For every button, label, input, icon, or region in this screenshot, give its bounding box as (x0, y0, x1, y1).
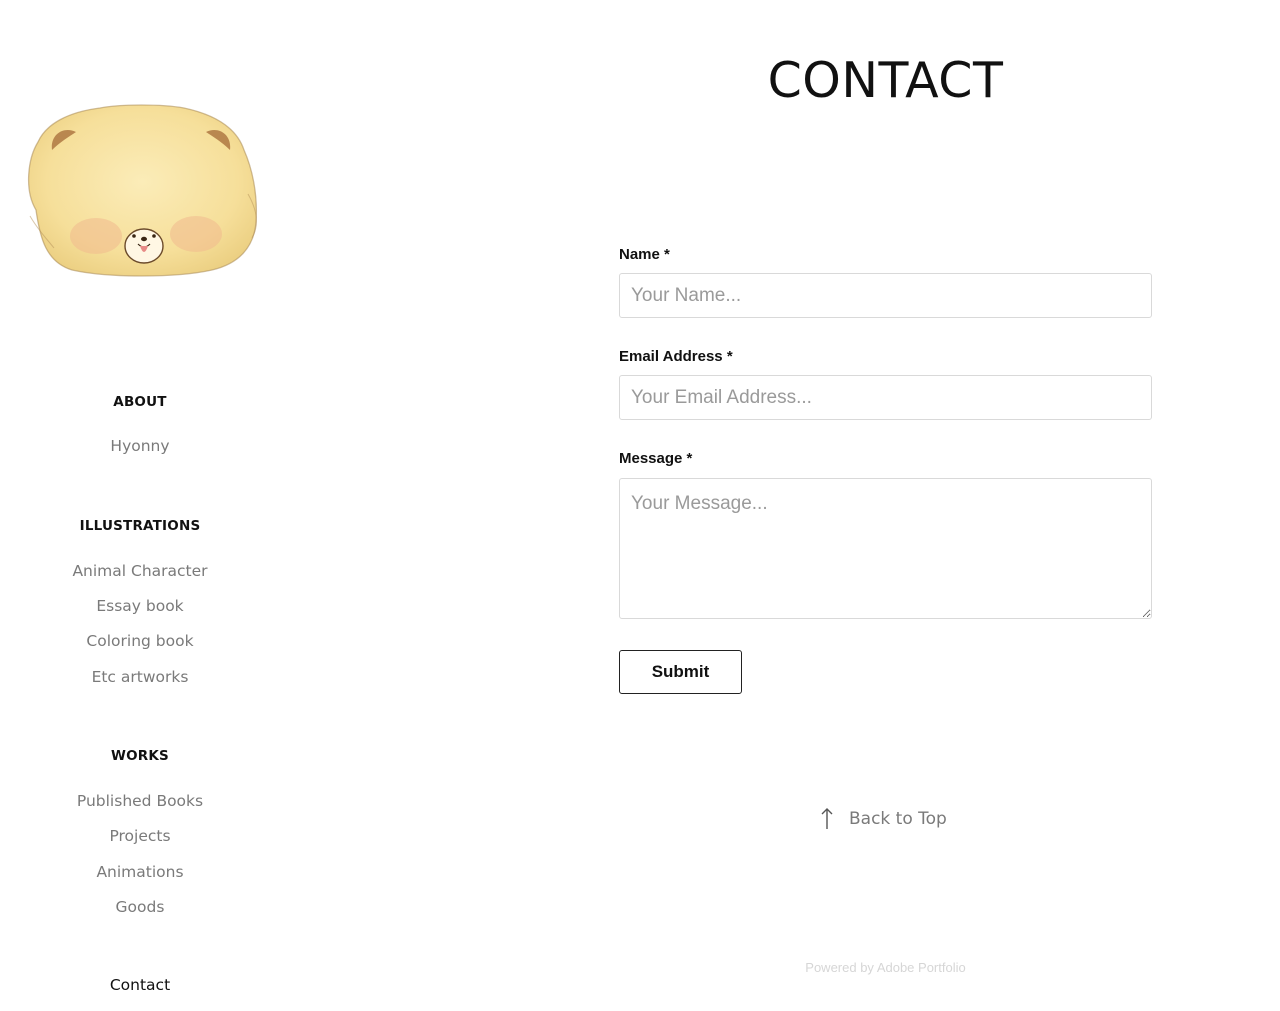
page-title: CONTACT (767, 52, 1004, 109)
nav-link-animations[interactable]: Animations (0, 863, 280, 881)
back-to-top-label: Back to Top (849, 809, 947, 829)
message-label: Message * (619, 450, 693, 467)
nav-heading-about: ABOUT (113, 394, 167, 410)
nav-heading-works: WORKS (111, 748, 169, 764)
nav-link-goods[interactable]: Goods (0, 898, 280, 916)
back-to-top-link[interactable]: Back to Top (819, 805, 947, 833)
name-input[interactable] (619, 273, 1152, 318)
submit-button[interactable]: Submit (619, 650, 742, 694)
email-label: Email Address * (619, 348, 733, 365)
nav-link-published-books[interactable]: Published Books (0, 792, 280, 810)
nav-link-coloring-book[interactable]: Coloring book (0, 632, 280, 650)
email-input[interactable] (619, 375, 1152, 420)
powered-by-link[interactable]: Powered by Adobe Portfolio (619, 960, 1152, 975)
nav-link-contact[interactable]: Contact (0, 976, 280, 994)
message-textarea[interactable] (619, 478, 1152, 619)
arrow-up-icon (821, 808, 833, 829)
site-logo-link[interactable] (16, 98, 264, 280)
nav-link-essay-book[interactable]: Essay book (0, 597, 280, 615)
name-label: Name * (619, 246, 670, 263)
nav-link-hyonny[interactable]: Hyonny (0, 437, 280, 455)
sidebar-nav: ABOUT Hyonny ILLUSTRATIONS Animal Charac… (0, 0, 280, 1011)
nav-link-etc-artworks[interactable]: Etc artworks (0, 668, 280, 686)
nav-heading-illustrations: ILLUSTRATIONS (79, 518, 201, 534)
nav-link-animal-character[interactable]: Animal Character (0, 562, 280, 580)
nav-link-projects[interactable]: Projects (0, 827, 280, 845)
bear-face-logo-icon (27, 104, 258, 277)
